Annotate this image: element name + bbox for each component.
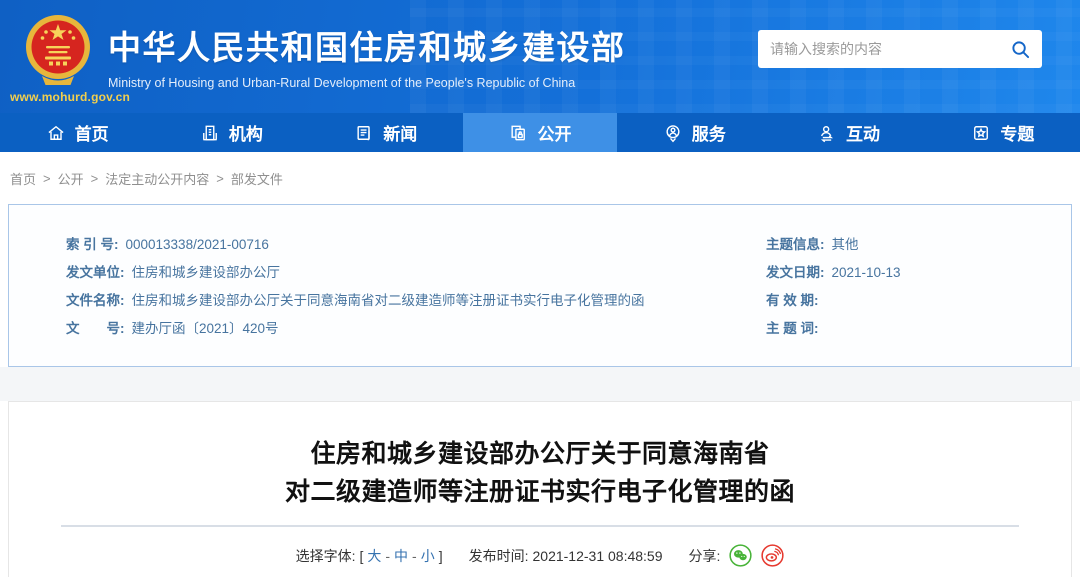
search-input[interactable]	[770, 41, 1011, 57]
info-row-index-number: 索 引 号: 000013338/2021-00716	[66, 236, 766, 254]
title-divider	[61, 525, 1019, 527]
weibo-icon	[761, 544, 785, 567]
font-size-small-button[interactable]: 小	[421, 546, 435, 566]
font-size-separator: -	[385, 547, 391, 564]
interaction-icon	[820, 125, 834, 142]
share-label: 分享:	[688, 547, 721, 564]
breadcrumb-item-home[interactable]: 首页	[10, 169, 36, 188]
nav-label: 专题	[1000, 125, 1035, 144]
main-nav: 首页 机构 新闻 公开 服务 互动 专题	[0, 113, 1080, 152]
info-value: 2021-10-13	[831, 265, 901, 280]
share-weibo-button[interactable]	[761, 544, 785, 567]
bracket-open: [	[359, 547, 364, 564]
info-label: 有 效 期:	[766, 293, 819, 308]
info-value: 住房和城乡建设部办公厅	[131, 265, 281, 280]
service-icon	[666, 124, 680, 142]
nav-item-topics[interactable]: 专题	[926, 113, 1080, 152]
site-title-english: Ministry of Housing and Urban-Rural Deve…	[108, 76, 576, 90]
nav-item-interaction[interactable]: 互动	[771, 113, 925, 152]
article-box: 住房和城乡建设部办公厅关于同意海南省 对二级建造师等注册证书实行电子化管理的函 …	[8, 401, 1072, 577]
info-row-issue-date: 发文日期: 2021-10-13	[766, 264, 1071, 282]
font-select-label: 选择字体:	[295, 547, 356, 564]
info-label: 发文单位:	[66, 265, 125, 280]
home-icon	[48, 125, 64, 140]
font-size-separator: -	[412, 547, 417, 564]
info-row-document-name: 文件名称: 住房和城乡建设部办公厅关于同意海南省对二级建造师等注册证书实行电子化管…	[66, 292, 766, 310]
document-info-left-column: 索 引 号: 000013338/2021-00716 发文单位: 住房和城乡建设部…	[66, 236, 766, 366]
breadcrumb-item-statutory-content[interactable]: 法定主动公开内容	[105, 169, 209, 188]
publish-time-value: 2021-12-31 08:48:59	[532, 547, 663, 564]
article-title-line1: 住房和城乡建设部办公厅关于同意海南省	[310, 440, 770, 468]
article-meta-bar: 选择字体: [ 大 - 中 - 小 ] 发布时间: 2021-12-31 08:…	[9, 544, 1071, 567]
topics-icon	[974, 125, 989, 140]
nav-item-service[interactable]: 服务	[617, 113, 771, 152]
bracket-close: ]	[438, 547, 443, 564]
info-value: 000013338/2021-00716	[125, 237, 269, 252]
nav-item-disclosure[interactable]: 公开	[462, 113, 618, 152]
nav-label: 机构	[228, 125, 263, 144]
breadcrumb-separator: >	[90, 170, 99, 186]
info-value: 建办厅函〔2021〕420号	[131, 321, 279, 336]
info-label: 主 题 词:	[766, 321, 819, 336]
info-row-issuing-unit: 发文单位: 住房和城乡建设部办公厅	[66, 264, 766, 282]
search-box	[758, 30, 1042, 68]
nav-item-home[interactable]: 首页	[0, 113, 154, 152]
info-value: 住房和城乡建设部办公厅关于同意海南省对二级建造师等注册证书实行电子化管理的函	[131, 293, 645, 308]
nav-label: 公开	[537, 125, 572, 144]
breadcrumb-separator: >	[43, 170, 51, 186]
breadcrumb: 首页 > 公开 > 法定主动公开内容 > 部发文件	[0, 152, 1080, 204]
search-button[interactable]	[1011, 40, 1030, 59]
nav-label: 互动	[846, 125, 881, 144]
nav-item-organization[interactable]: 机构	[154, 113, 308, 152]
info-value: 其他	[831, 237, 859, 252]
site-title: 中华人民共和国住房和城乡建设部	[108, 29, 626, 66]
font-size-large-button[interactable]: 大	[367, 546, 381, 566]
article-title-line2: 对二级建造师等注册证书实行电子化管理的函	[284, 478, 795, 506]
info-label: 索 引 号:	[66, 237, 119, 252]
info-label: 文 号:	[66, 321, 125, 336]
nav-item-news[interactable]: 新闻	[309, 113, 463, 152]
search-icon	[1012, 40, 1030, 58]
info-row-validity-period: 有 效 期:	[766, 292, 1071, 310]
info-row-document-number: 文 号: 建办厅函〔2021〕420号	[66, 320, 766, 338]
site-url: www.mohurd.gov.cn	[10, 90, 131, 104]
share-wechat-button[interactable]	[729, 544, 753, 567]
wechat-icon	[729, 544, 753, 567]
organization-icon	[202, 125, 217, 140]
info-label: 文件名称:	[66, 293, 125, 308]
breadcrumb-separator: >	[216, 170, 224, 186]
national-emblem-icon	[26, 15, 90, 85]
breadcrumb-item-disclosure[interactable]: 公开	[58, 169, 84, 188]
nav-label: 服务	[691, 125, 726, 144]
info-row-subject-terms: 主 题 词:	[766, 320, 1071, 338]
font-size-medium-button[interactable]: 中	[394, 546, 408, 566]
disclosure-icon	[511, 125, 526, 140]
article-title: 住房和城乡建设部办公厅关于同意海南省 对二级建造师等注册证书实行电子化管理的函	[9, 435, 1071, 511]
info-row-topic-info: 主题信息: 其他	[766, 236, 1071, 254]
info-label: 发文日期:	[766, 265, 825, 280]
news-icon	[357, 125, 370, 140]
publish-time-label: 发布时间:	[468, 547, 529, 564]
nav-label: 新闻	[383, 125, 418, 144]
info-label: 主题信息:	[766, 237, 825, 252]
section-gap	[0, 367, 1080, 401]
nav-label: 首页	[74, 125, 109, 144]
site-header: www.mohurd.gov.cn 中华人民共和国住房和城乡建设部 Minist…	[0, 0, 1080, 113]
breadcrumb-item-ministry-documents[interactable]: 部发文件	[231, 169, 283, 188]
document-info-box: 索 引 号: 000013338/2021-00716 发文单位: 住房和城乡建设部…	[8, 204, 1072, 367]
document-info-right-column: 主题信息: 其他 发文日期: 2021-10-13 有 效 期: 主 题 词:	[766, 236, 1071, 366]
